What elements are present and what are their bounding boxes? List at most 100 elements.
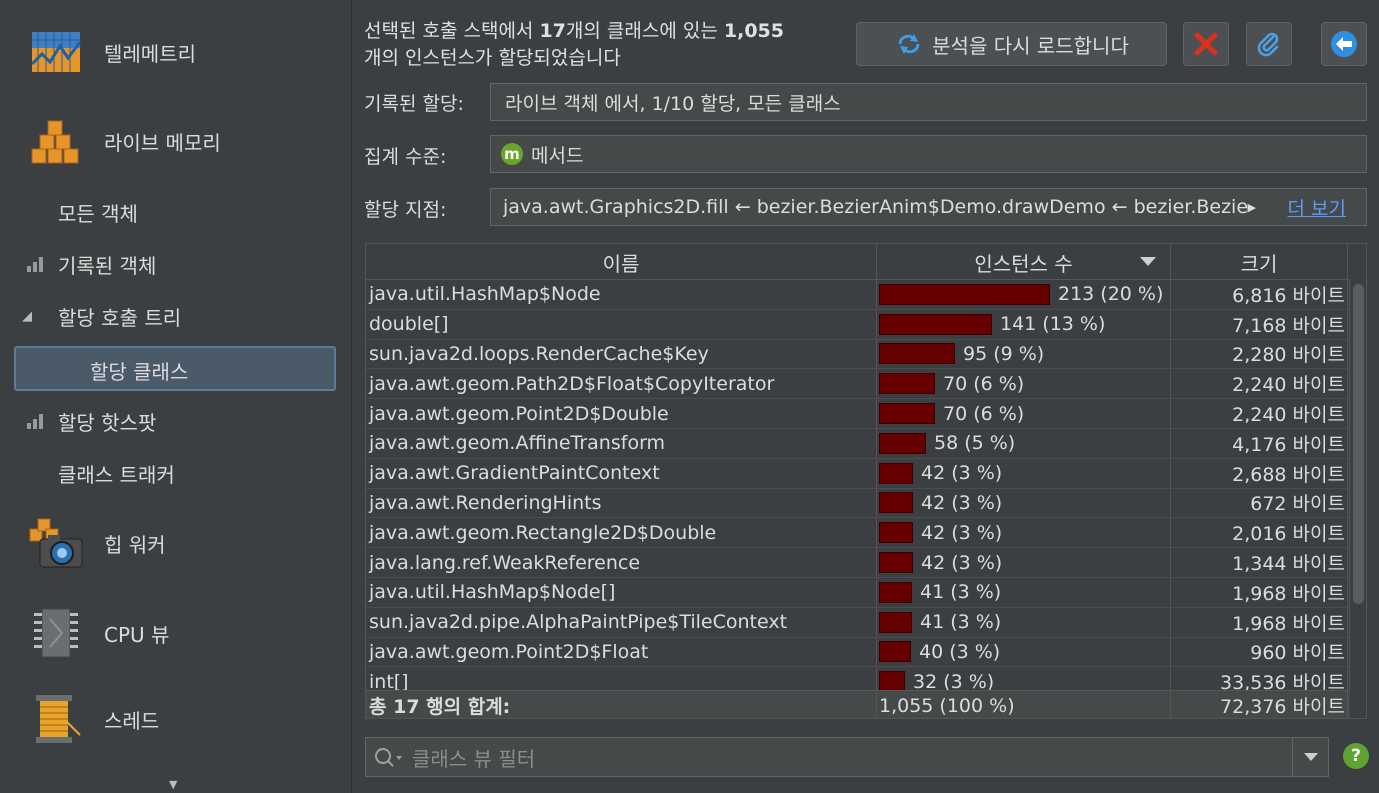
- sidebar-item-alloc-classes[interactable]: 할당 클래스: [14, 346, 336, 391]
- sidebar-item-recorded-objects[interactable]: 기록된 객체: [0, 244, 352, 284]
- class-name-cell: java.awt.geom.Path2D$Float$CopyIterator: [366, 369, 877, 399]
- instance-count-text: 42 (3 %): [921, 551, 1003, 574]
- summary-text: 개의 인스턴스가 할당되었습니다: [364, 47, 621, 69]
- expand-triangle-icon[interactable]: ◢: [22, 309, 32, 324]
- instance-count-text: 95 (9 %): [963, 342, 1045, 365]
- sidebar-item-label: 할당 호출 트리: [58, 305, 182, 330]
- table-row[interactable]: java.awt.geom.Point2D$Double 70 (6 %) 2,24…: [366, 399, 1350, 429]
- table-row[interactable]: java.awt.geom.AffineTransform 58 (5 %) 4,1…: [366, 428, 1350, 459]
- recorded-allocations-field[interactable]: 라이브 객체 에서, 1/10 할당, 모든 클래스: [490, 83, 1367, 121]
- recorded-allocations-value: 라이브 객체 에서, 1/10 할당, 모든 클래스: [505, 92, 841, 115]
- table-scrollbar[interactable]: [1349, 280, 1366, 690]
- attach-button[interactable]: [1246, 22, 1292, 66]
- table-totals-row: 총 17 행의 합계: 1,055 (100 %) 72,376 바이트: [366, 690, 1350, 718]
- sidebar-item-class-tracker[interactable]: 클래스 트래커: [0, 453, 352, 493]
- instance-count-cell: 95 (9 %): [877, 339, 1171, 369]
- instance-count-cell: 42 (3 %): [877, 548, 1171, 577]
- sidebar-item-telemetry[interactable]: 텔레메트리: [0, 12, 352, 92]
- sidebar-item-live-memory[interactable]: 라이브 메모리: [0, 101, 352, 181]
- table-row[interactable]: java.util.HashMap$Node[] 41 (3 %) 1,968 바이…: [366, 577, 1350, 608]
- table-row[interactable]: java.awt.geom.Point2D$Float 40 (3 %) 960 바…: [366, 637, 1350, 668]
- instance-count-bar: [879, 283, 1050, 305]
- main-panel: 선택된 호출 스택에서 17개의 클래스에 있는 1,055 개의 인스턴스가 할…: [353, 0, 1379, 793]
- table-row[interactable]: java.awt.geom.Rectangle2D$Double 42 (3 %)…: [366, 518, 1350, 549]
- column-header-size[interactable]: 크기: [1171, 244, 1348, 280]
- allocation-site-label: 할당 지점:: [364, 199, 447, 221]
- instance-count-bar: [879, 373, 935, 395]
- table-row[interactable]: sun.java2d.loops.RenderCache$Key 95 (9 %)…: [366, 339, 1350, 370]
- column-header-label: 인스턴스 수: [974, 251, 1073, 276]
- back-button[interactable]: [1321, 22, 1367, 66]
- reload-analysis-button[interactable]: 분석을 다시 로드합니다: [856, 22, 1167, 66]
- search-icon[interactable]: [374, 747, 404, 769]
- instance-count-text: 70 (6 %): [943, 372, 1025, 395]
- sidebar-item-label: 할당 클래스: [90, 360, 189, 384]
- column-header-name[interactable]: 이름: [366, 244, 877, 280]
- sidebar-item-cpu-view[interactable]: CPU 뷰: [0, 593, 352, 673]
- summary-instance-count: 1,055: [723, 20, 784, 42]
- column-header-instance-count[interactable]: 인스턴스 수: [877, 244, 1171, 280]
- filter-placeholder: 클래스 뷰 필터: [412, 746, 536, 771]
- summary-text: 개의 클래스에 있는: [565, 20, 724, 42]
- paperclip-icon: [1257, 32, 1279, 57]
- instance-count-text: 41 (3 %): [920, 611, 1002, 634]
- sidebar-item-threads[interactable]: 스레드: [0, 679, 352, 759]
- sidebar-item-label: 스레드: [104, 708, 160, 733]
- scroll-down-arrow-icon[interactable]: ▼: [169, 778, 177, 791]
- telemetry-icon: [30, 32, 82, 72]
- sidebar-item-alloc-call-tree[interactable]: ◢ 할당 호출 트리: [0, 296, 352, 336]
- class-name-cell: int[]: [366, 667, 877, 690]
- totals-size: 72,376 바이트: [1171, 691, 1348, 718]
- size-cell: 960 바이트: [1171, 637, 1348, 667]
- sidebar-item-all-objects[interactable]: 모든 객체: [0, 192, 352, 232]
- sidebar-item-label: 기록된 객체: [58, 253, 157, 278]
- filter-dropdown-button[interactable]: [1292, 738, 1328, 776]
- sidebar: 텔레메트리 라이브 메모리 모든 객체 기록된 객체 ◢ 할당 호출 트리 할당…: [0, 0, 352, 793]
- heap-walker-icon: [29, 518, 83, 568]
- sidebar-item-alloc-hotspots[interactable]: 할당 핫스팟: [0, 401, 352, 441]
- instance-count-text: 40 (3 %): [919, 640, 1001, 663]
- instance-count-bar: [879, 403, 935, 425]
- table-row[interactable]: java.awt.RenderingHints 42 (3 %) 672 바이트: [366, 488, 1350, 519]
- scrollbar-thumb[interactable]: [1353, 284, 1364, 604]
- table-header: 이름 인스턴스 수 크기: [366, 244, 1350, 280]
- method-badge-icon: m: [501, 143, 523, 165]
- instance-count-cell: 70 (6 %): [877, 399, 1171, 428]
- sidebar-item-label: 클래스 트래커: [58, 462, 175, 487]
- size-cell: 33,536 바이트: [1171, 667, 1348, 690]
- aggregation-level-field[interactable]: m 메서드: [490, 135, 1367, 173]
- table-row[interactable]: int[] 32 (3 %) 33,536 바이트: [366, 667, 1350, 690]
- instance-count-text: 70 (6 %): [943, 402, 1025, 425]
- class-name-cell: sun.java2d.loops.RenderCache$Key: [366, 339, 877, 369]
- table-row[interactable]: java.util.HashMap$Node 213 (20 %) 6,816 바이…: [366, 280, 1350, 310]
- size-cell: 2,280 바이트: [1171, 339, 1348, 369]
- class-name-cell: java.lang.ref.WeakReference: [366, 548, 877, 577]
- class-name-cell: java.awt.geom.Rectangle2D$Double: [366, 518, 877, 548]
- class-name-cell: double[]: [366, 309, 877, 339]
- table-row[interactable]: java.lang.ref.WeakReference 42 (3 %) 1,344…: [366, 548, 1350, 578]
- totals-label: 총 17 행의 합계:: [366, 691, 877, 718]
- instance-count-text: 42 (3 %): [921, 462, 1003, 485]
- table-body: java.util.HashMap$Node 213 (20 %) 6,816 바이…: [366, 280, 1350, 690]
- table-row[interactable]: double[] 141 (13 %) 7,168 바이트: [366, 309, 1350, 340]
- class-view-filter[interactable]: 클래스 뷰 필터: [365, 737, 1329, 777]
- table-row[interactable]: java.awt.geom.Path2D$Float$CopyIterator 7…: [366, 369, 1350, 400]
- size-cell: 4,176 바이트: [1171, 428, 1348, 458]
- instance-count-text: 42 (3 %): [921, 521, 1003, 544]
- recorded-allocations-label: 기록된 할당:: [364, 93, 464, 115]
- class-name-cell: java.util.HashMap$Node: [366, 280, 877, 309]
- sidebar-item-heap-walker[interactable]: 힙 워커: [0, 503, 352, 583]
- help-icon[interactable]: ?: [1343, 743, 1369, 769]
- close-button[interactable]: [1183, 22, 1229, 66]
- instance-count-cell: 40 (3 %): [877, 637, 1171, 667]
- live-memory-icon: [31, 120, 79, 164]
- instance-count-cell: 70 (6 %): [877, 369, 1171, 399]
- allocation-classes-table: 이름 인스턴스 수 크기 java.util.HashMap$Node 213 (…: [365, 243, 1367, 719]
- totals-count: 1,055 (100 %): [877, 691, 1171, 718]
- instance-count-bar: [879, 343, 955, 365]
- allocation-site-field[interactable]: java.awt.Graphics2D.fill ← bezier.Bezier…: [490, 188, 1367, 226]
- show-more-link[interactable]: 더 보기: [1288, 194, 1346, 221]
- table-row[interactable]: java.awt.GradientPaintContext 42 (3 %) 2,6…: [366, 458, 1350, 489]
- table-row[interactable]: sun.java2d.pipe.AlphaPaintPipe$TileConte…: [366, 607, 1350, 638]
- instance-count-bar: [879, 462, 913, 484]
